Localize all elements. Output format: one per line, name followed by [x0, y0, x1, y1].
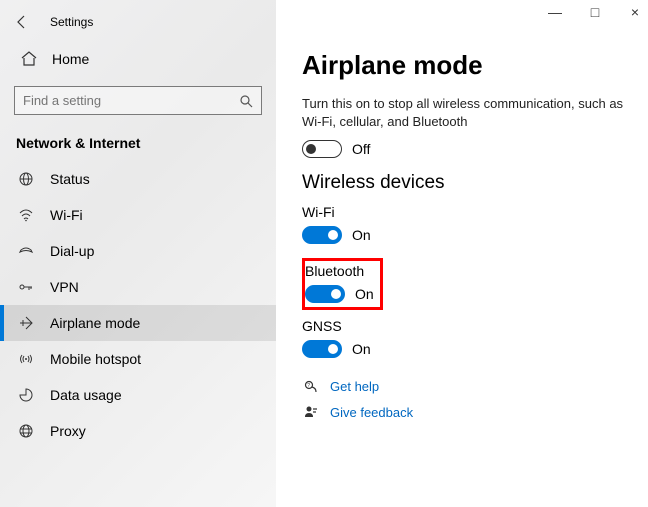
device-bluetooth: Bluetooth On [305, 263, 374, 303]
sidebar: Settings Home Network & Internet Status [0, 0, 276, 507]
gnss-state: On [352, 341, 371, 357]
back-button[interactable] [14, 14, 30, 30]
proxy-icon [16, 423, 36, 439]
nav-wifi[interactable]: Wi-Fi [0, 197, 276, 233]
page-title: Airplane mode [302, 50, 628, 81]
dialup-icon [16, 243, 36, 259]
search-icon [239, 94, 253, 108]
nav-proxy[interactable]: Proxy [0, 413, 276, 449]
minimize-button[interactable]: — [546, 4, 564, 20]
titlebar: Settings [0, 8, 276, 40]
search-box[interactable] [14, 86, 262, 115]
window-title: Settings [50, 15, 93, 29]
nav-label: Dial-up [50, 243, 94, 259]
device-wifi: Wi-Fi On [302, 204, 628, 244]
globe-icon [16, 171, 36, 187]
gnss-toggle[interactable] [302, 340, 342, 358]
nav-label: Mobile hotspot [50, 351, 141, 367]
feedback-link[interactable]: Give feedback [302, 404, 628, 420]
bluetooth-label: Bluetooth [305, 263, 374, 279]
nav-airplane[interactable]: Airplane mode [0, 305, 276, 341]
help-label: Get help [330, 379, 379, 394]
page-description: Turn this on to stop all wireless commun… [302, 95, 628, 130]
airplane-toggle-row: Off [302, 140, 628, 158]
wifi-toggle[interactable] [302, 226, 342, 244]
wireless-heading: Wireless devices [302, 172, 628, 194]
wifi-state: On [352, 227, 371, 243]
feedback-label: Give feedback [330, 405, 413, 420]
home-link[interactable]: Home [0, 40, 276, 78]
airplane-toggle-label: Off [352, 141, 370, 157]
datausage-icon [16, 387, 36, 403]
nav-label: Airplane mode [50, 315, 140, 331]
hotspot-icon [16, 351, 36, 367]
bluetooth-toggle[interactable] [305, 285, 345, 303]
wifi-icon [16, 207, 36, 223]
nav-hotspot[interactable]: Mobile hotspot [0, 341, 276, 377]
vpn-icon [16, 279, 36, 295]
content-pane: — □ × Airplane mode Turn this on to stop… [276, 0, 648, 507]
nav-label: Proxy [50, 423, 86, 439]
get-help-link[interactable]: ? Get help [302, 378, 628, 394]
window-controls: — □ × [546, 4, 644, 20]
section-heading: Network & Internet [0, 129, 276, 161]
nav-label: Data usage [50, 387, 122, 403]
airplane-toggle[interactable] [302, 140, 342, 158]
maximize-button[interactable]: □ [586, 4, 604, 20]
close-button[interactable]: × [626, 4, 644, 20]
nav-label: Wi-Fi [50, 207, 83, 223]
feedback-icon [302, 404, 320, 420]
bluetooth-highlight: Bluetooth On [302, 258, 383, 310]
nav-list: Status Wi-Fi Dial-up VPN [0, 161, 276, 449]
nav-label: Status [50, 171, 90, 187]
device-gnss: GNSS On [302, 318, 628, 358]
nav-label: VPN [50, 279, 79, 295]
home-icon [20, 50, 38, 68]
nav-status[interactable]: Status [0, 161, 276, 197]
nav-datausage[interactable]: Data usage [0, 377, 276, 413]
nav-vpn[interactable]: VPN [0, 269, 276, 305]
svg-text:?: ? [307, 383, 310, 389]
help-icon: ? [302, 378, 320, 394]
footer-links: ? Get help Give feedback [302, 378, 628, 420]
home-label: Home [52, 51, 89, 67]
gnss-label: GNSS [302, 318, 628, 334]
nav-dialup[interactable]: Dial-up [0, 233, 276, 269]
airplane-icon [16, 315, 36, 331]
search-input[interactable] [23, 93, 239, 108]
bluetooth-state: On [355, 286, 374, 302]
wifi-label: Wi-Fi [302, 204, 628, 220]
